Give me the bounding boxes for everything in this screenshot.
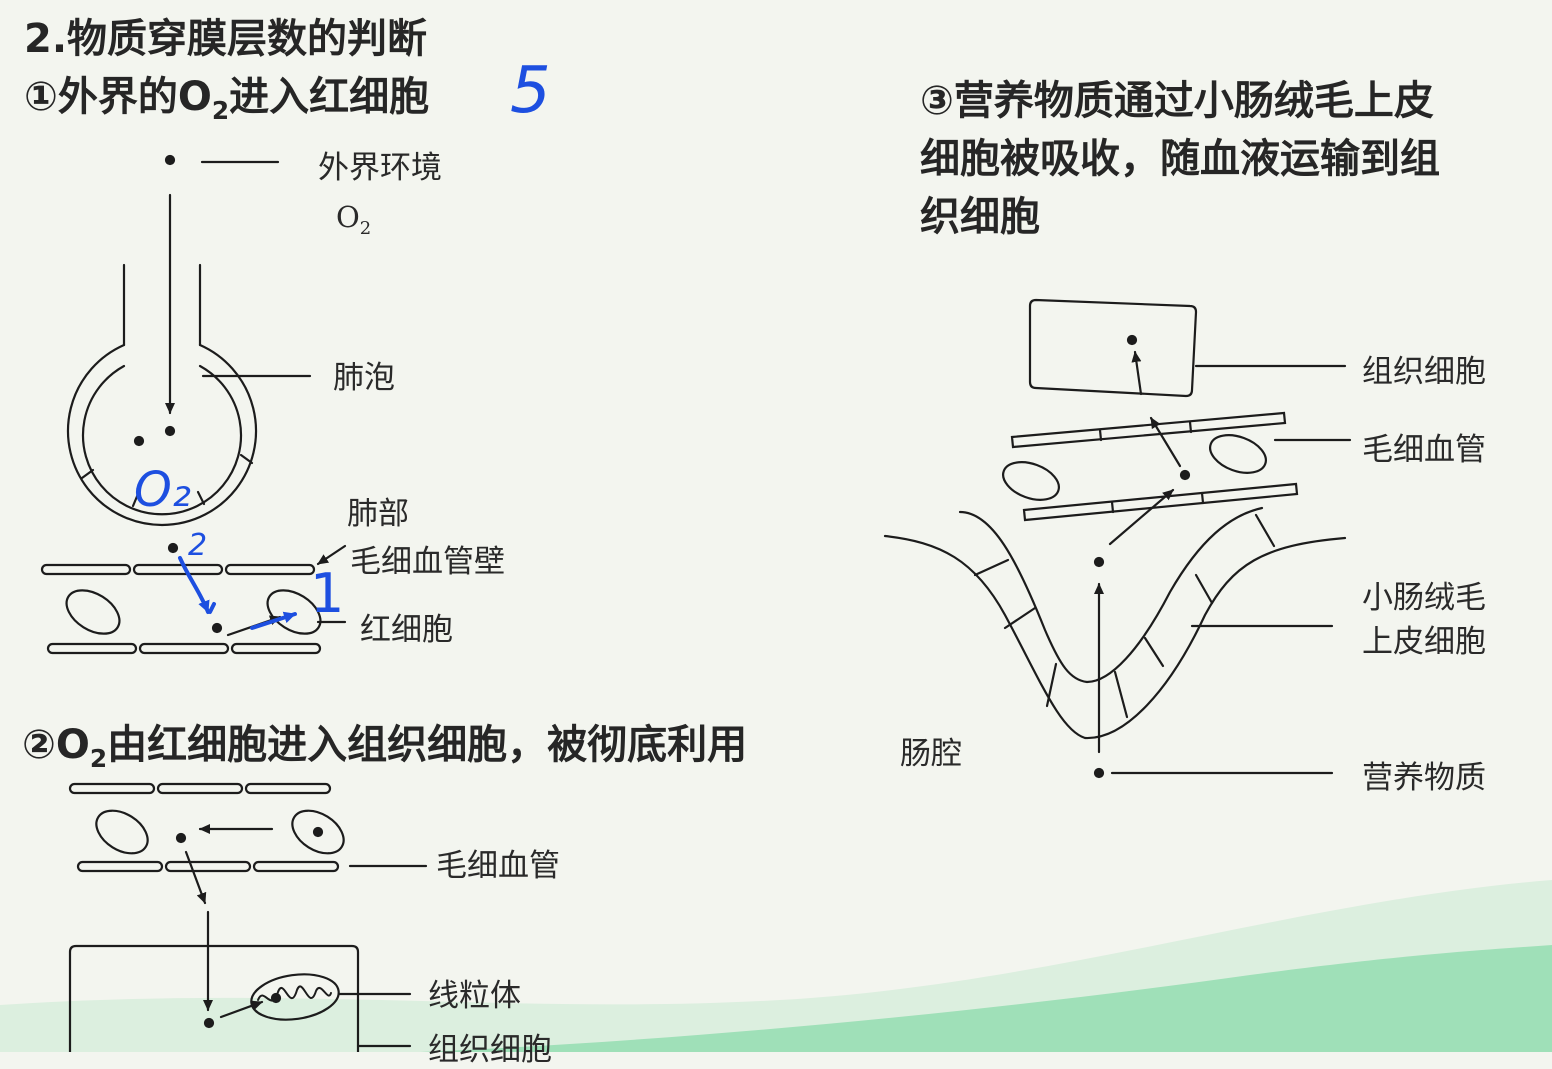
capillary-wall-tick bbox=[1200, 491, 1205, 505]
capillary-wall-upper bbox=[1010, 411, 1287, 449]
label-villus-epithelium: 小肠绒毛 上皮细胞 bbox=[1362, 576, 1486, 664]
capillary-wall-cell bbox=[224, 563, 316, 576]
label-o2-main: O bbox=[336, 200, 360, 234]
label-lung: 肺部 bbox=[347, 496, 409, 532]
o2-dot-plasma bbox=[211, 622, 223, 634]
o2-dot-plasma bbox=[175, 832, 187, 844]
label-capillary: 毛细血管 bbox=[436, 848, 560, 884]
label-environment: 外界环境 bbox=[318, 150, 442, 186]
label-alveolus: 肺泡 bbox=[333, 360, 395, 396]
red-blood-cell bbox=[1002, 461, 1060, 501]
mitochondrion-cristae bbox=[257, 985, 332, 1002]
o2-dot-alveolus-2 bbox=[133, 435, 145, 447]
capillary-wall-tick bbox=[1098, 428, 1103, 442]
alveolus-wall-tick bbox=[196, 490, 206, 506]
nutrient-dot-blood bbox=[1179, 469, 1191, 481]
nutrient-leave-blood-arrow bbox=[1149, 416, 1182, 468]
epithelial-cell-boundary bbox=[1113, 670, 1129, 719]
diagram2-capillary-to-tissue bbox=[68, 782, 428, 1052]
capillary-wall-tick bbox=[1110, 500, 1115, 514]
handwritten-1: 1 bbox=[310, 562, 345, 625]
capillary-wall-cell bbox=[156, 782, 244, 795]
handwritten-o2: O₂ bbox=[134, 462, 192, 518]
o2-dot-alveolus bbox=[164, 425, 176, 437]
epithelial-cell-boundary bbox=[1254, 513, 1276, 548]
capillary-wall-cell bbox=[40, 563, 132, 576]
capillary-wall-cell bbox=[138, 642, 230, 655]
capillary-wall-cell bbox=[164, 860, 252, 873]
label-red-cell: 红细胞 bbox=[360, 612, 453, 648]
red-blood-cell bbox=[65, 589, 121, 635]
epithelial-cell-boundary bbox=[1003, 606, 1037, 630]
capillary-wall-cell bbox=[132, 563, 224, 576]
tissue-cell-outline bbox=[1028, 298, 1198, 398]
epithelial-cell-boundary bbox=[973, 558, 1010, 577]
label-tissue-cell-3: 组织细胞 bbox=[1362, 354, 1486, 390]
nutrient-dot-lumen bbox=[1093, 767, 1105, 779]
label-villus-line1: 小肠绒毛 bbox=[1362, 580, 1486, 616]
o2-dot-outside bbox=[164, 154, 176, 166]
label-tissue-cell: 组织细胞 bbox=[428, 1032, 552, 1068]
capillary-wall-cell bbox=[76, 860, 164, 873]
capillary-wall-cell bbox=[46, 642, 138, 655]
nutrient-into-tissue-arrow bbox=[1131, 350, 1143, 396]
red-blood-cell bbox=[95, 809, 149, 855]
label-mitochondria: 线粒体 bbox=[428, 978, 521, 1014]
epithelial-cell-boundary bbox=[1045, 662, 1058, 708]
label-intestine-lumen: 肠腔 bbox=[900, 736, 962, 772]
capillary-wall-cell bbox=[68, 782, 156, 795]
alveolus-wall-tick bbox=[80, 468, 95, 480]
capillary-wall-cell bbox=[244, 782, 332, 795]
handwritten-stroke bbox=[208, 602, 216, 614]
epithelial-cell-boundary bbox=[1143, 636, 1165, 668]
handwritten-2: 2 bbox=[188, 528, 208, 563]
diagram-artwork bbox=[40, 154, 1352, 1052]
o2-exit-capillary-arrow bbox=[184, 850, 207, 905]
capillary-wall-cell bbox=[230, 642, 322, 655]
o2-to-mitochondria-arrow bbox=[219, 1000, 264, 1019]
label-o2-sub: 2 bbox=[359, 217, 372, 239]
nutrient-dot-tissue bbox=[1126, 334, 1138, 346]
alveolus-wall-tick bbox=[239, 453, 254, 465]
nutrient-dot-epithelium bbox=[1093, 556, 1105, 568]
o2-dot-in-rbc bbox=[312, 826, 324, 838]
o2-dot-lung-tissue bbox=[167, 542, 179, 554]
epithelial-cell-boundary bbox=[1194, 573, 1214, 605]
o2-dot-tissue bbox=[203, 1017, 215, 1029]
label-capillary-3: 毛细血管 bbox=[1362, 432, 1486, 468]
label-nutrients: 营养物质 bbox=[1362, 760, 1486, 796]
label-o2: O2 bbox=[336, 200, 371, 239]
tissue-cell-outline bbox=[68, 944, 360, 1052]
red-blood-cell bbox=[1209, 434, 1267, 474]
villus-surface-outer bbox=[883, 534, 1347, 740]
label-capillary-wall: 毛细血管壁 bbox=[350, 544, 505, 580]
capillary-wall-tick bbox=[1188, 420, 1193, 434]
o2-dot-mitochondrion bbox=[270, 992, 282, 1004]
label-villus-line2: 上皮细胞 bbox=[1362, 624, 1486, 660]
diagram3-intestine-absorption bbox=[883, 298, 1352, 779]
handwritten-count-5: 5 bbox=[510, 54, 551, 128]
capillary-wall-cell bbox=[252, 860, 340, 873]
